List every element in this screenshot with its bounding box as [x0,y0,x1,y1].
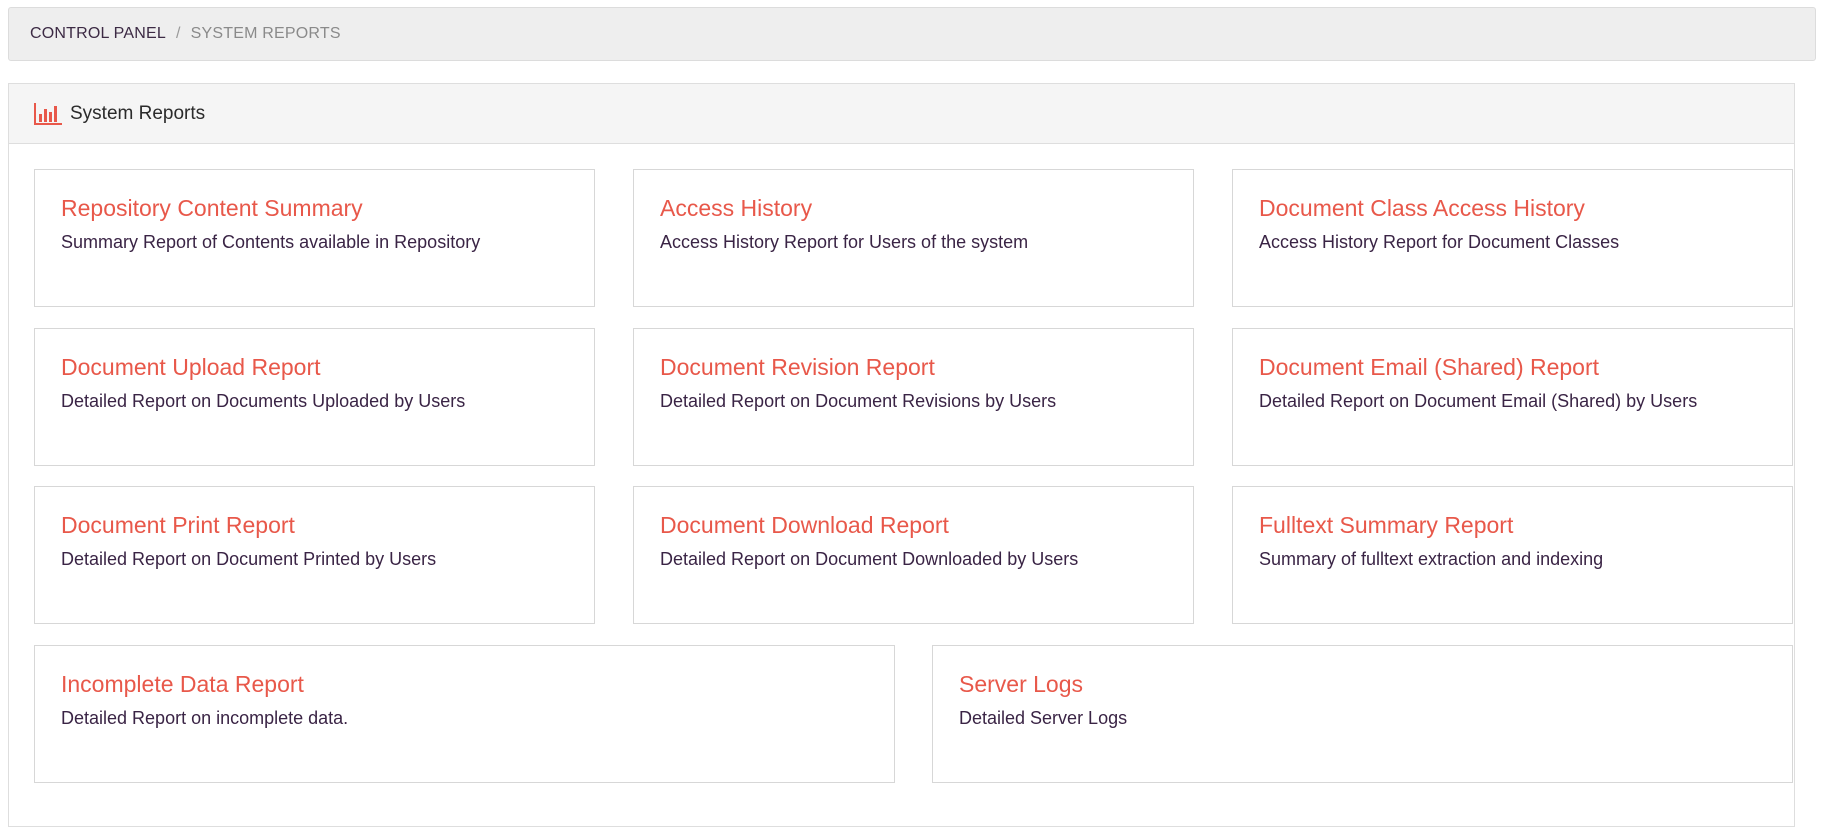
report-description: Detailed Report on Documents Uploaded by… [61,391,466,412]
report-description: Detailed Report on Document Downloaded b… [660,549,1079,570]
breadcrumb: CONTROL PANEL / SYSTEM REPORTS [8,7,1816,61]
report-title[interactable]: Document Upload Report [61,354,568,380]
report-title[interactable]: Access History [660,195,1167,221]
breadcrumb-system-reports: SYSTEM REPORTS [190,25,341,42]
report-card-document-revision[interactable]: Document Revision Report Detailed Report… [633,328,1194,466]
breadcrumb-control-panel[interactable]: CONTROL PANEL [30,25,166,43]
report-card-server-logs[interactable]: Server Logs Detailed Server Logs [932,645,1793,783]
report-description: Access History Report for Users of the s… [660,232,1029,253]
report-title[interactable]: Server Logs [959,671,1766,697]
report-card-document-email-shared[interactable]: Document Email (Shared) Report Detailed … [1232,328,1793,466]
panel-header: System Reports [9,84,1794,144]
report-description: Detailed Report on Document Revisions by… [660,391,1057,412]
report-description: Access History Report for Document Class… [1259,232,1620,253]
report-card-document-print[interactable]: Document Print Report Detailed Report on… [34,486,595,624]
report-description: Detailed Report on Document Printed by U… [61,549,437,570]
report-title[interactable]: Repository Content Summary [61,195,568,221]
panel-title: System Reports [70,102,206,124]
report-description: Detailed Server Logs [959,708,1128,729]
report-title[interactable]: Document Revision Report [660,354,1167,380]
bar-chart-icon [34,102,62,125]
system-reports-panel: System Reports Repository Content Summar… [8,83,1795,827]
report-card-document-upload[interactable]: Document Upload Report Detailed Report o… [34,328,595,466]
breadcrumb-separator: / [175,25,181,42]
report-title[interactable]: Document Download Report [660,512,1167,538]
report-card-access-history[interactable]: Access History Access History Report for… [633,169,1194,307]
report-card-document-class-access-history[interactable]: Document Class Access History Access His… [1232,169,1793,307]
report-title[interactable]: Document Print Report [61,512,568,538]
report-card-repository-content-summary[interactable]: Repository Content Summary Summary Repor… [34,169,595,307]
report-description: Summary Report of Contents available in … [61,232,481,253]
report-description: Detailed Report on Document Email (Share… [1259,391,1698,412]
report-title[interactable]: Incomplete Data Report [61,671,868,697]
report-card-document-download[interactable]: Document Download Report Detailed Report… [633,486,1194,624]
report-title[interactable]: Document Email (Shared) Report [1259,354,1766,380]
report-title[interactable]: Fulltext Summary Report [1259,512,1766,538]
report-card-incomplete-data[interactable]: Incomplete Data Report Detailed Report o… [34,645,895,783]
report-card-fulltext-summary[interactable]: Fulltext Summary Report Summary of fullt… [1232,486,1793,624]
report-title[interactable]: Document Class Access History [1259,195,1766,221]
report-description: Detailed Report on incomplete data. [61,708,349,729]
report-description: Summary of fulltext extraction and index… [1259,549,1604,570]
